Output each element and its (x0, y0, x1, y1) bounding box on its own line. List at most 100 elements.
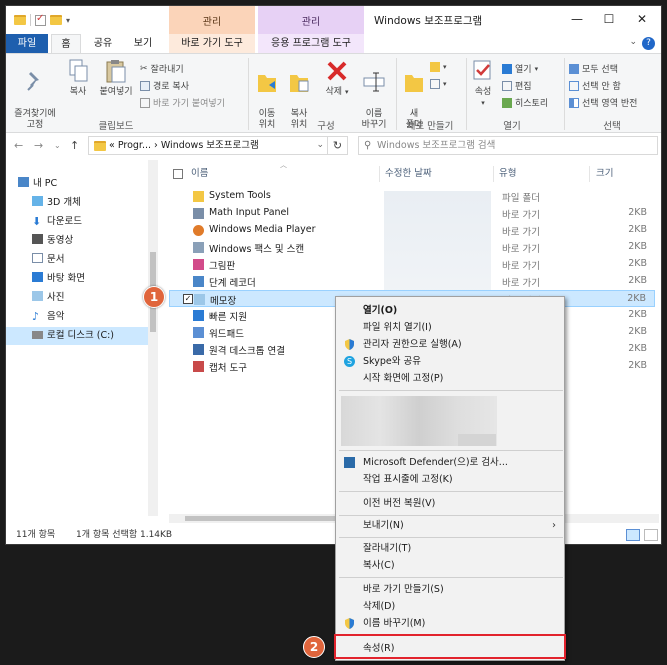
tab-view[interactable]: 보기 (128, 34, 158, 53)
sort-ascending-icon: ︿ (280, 161, 287, 169)
invert-selection-button[interactable]: 선택 영역 반전 (569, 96, 637, 109)
nav-item-local-disk[interactable]: 로컬 디스크 (C:) (6, 327, 148, 345)
notepad-icon (194, 294, 205, 305)
properties-highlight-box (334, 634, 566, 659)
easy-access-button[interactable]: ▾ (430, 79, 447, 89)
address-dropdown-icon[interactable]: ⌄ (316, 137, 324, 154)
open-button[interactable]: 열기 ▾ (502, 62, 538, 75)
nav-item-3d-objects[interactable]: 3D 개체 (32, 194, 81, 212)
menu-item-cut[interactable]: 잘라내기(T) (336, 540, 564, 557)
tab-home[interactable]: 홈 (51, 34, 81, 53)
context-tab-manage-shortcut: 관리 (169, 6, 255, 34)
move-to-button[interactable]: 이동 위치 (252, 58, 282, 131)
close-button[interactable]: ✕ (628, 10, 656, 28)
customize-quick-access-icon[interactable]: ▾ (66, 16, 70, 25)
properties-dropdown-icon[interactable]: ▾ (468, 98, 498, 109)
menu-item-delete[interactable]: 삭제(D) (336, 598, 564, 615)
menu-item-skype-share[interactable]: S Skype와 공유 (336, 353, 564, 370)
column-header-type[interactable]: 유형 (499, 164, 516, 184)
nav-item-music[interactable]: ♪ 음악 (32, 308, 64, 326)
details-view-icon[interactable] (626, 529, 640, 541)
paste-shortcut-button[interactable]: 바로 가기 붙여넣기 (140, 96, 225, 109)
paste-button[interactable]: 붙여넣기 (94, 58, 138, 98)
menu-item-send-to[interactable]: 보내기(N) › (336, 517, 564, 534)
large-icons-view-icon[interactable] (644, 529, 658, 541)
column-header-modified[interactable]: 수정한 날짜 (385, 164, 432, 184)
up-arrow-icon[interactable]: ↑ (70, 139, 79, 152)
menu-item-create-shortcut[interactable]: 바로 가기 만들기(S) (336, 581, 564, 598)
select-all-checkbox[interactable] (173, 169, 183, 179)
nav-item-downloads[interactable]: ⬇ 다운로드 (32, 213, 82, 231)
recent-dropdown-icon[interactable]: ⌄ (54, 141, 61, 150)
nav-item-pictures[interactable]: 사진 (32, 289, 64, 307)
table-row[interactable]: 그림판 바로 가기 2KB (169, 256, 655, 273)
history-button[interactable]: 히스토리 (502, 96, 548, 109)
group-label-organize: 구성 (317, 121, 335, 132)
context-tab-manage-app: 관리 (258, 6, 364, 34)
edit-icon (502, 80, 512, 91)
properties-quick-icon[interactable] (35, 13, 46, 26)
table-row[interactable]: Windows Media Player 바로 가기 2KB (169, 222, 655, 239)
steps-recorder-icon (193, 276, 204, 287)
new-folder-icon (405, 75, 423, 92)
nav-scrollbar[interactable] (148, 160, 158, 516)
tab-share[interactable]: 공유 (88, 34, 118, 53)
nav-item-videos[interactable]: 동영상 (32, 232, 73, 250)
new-item-button[interactable]: ▾ (430, 62, 447, 72)
edit-button[interactable]: 편집 (502, 79, 532, 92)
pin-quick-access-button[interactable]: 즐겨찾기에 고정 (8, 58, 62, 131)
menu-item-open-location[interactable]: 파일 위치 열기(I) (336, 319, 564, 336)
select-none-button[interactable]: 선택 안 함 (569, 79, 621, 92)
menu-item-rename[interactable]: 이름 바꾸기(M) (336, 615, 564, 632)
address-input[interactable]: « Progr... › Windows 보조프로그램 ⌄ (88, 136, 328, 155)
menu-item-defender-scan[interactable]: Microsoft Defender(으)로 검사... (336, 454, 564, 471)
group-label-select: 선택 (603, 121, 621, 132)
tab-app-tools[interactable]: 응용 프로그램 도구 (258, 34, 364, 53)
forward-arrow-icon[interactable]: → (34, 139, 43, 152)
quick-assist-icon (193, 310, 204, 321)
nav-item-documents[interactable]: 문서 (32, 251, 64, 269)
paste-icon (106, 60, 126, 83)
document-icon (32, 253, 43, 263)
delete-x-icon (327, 61, 347, 81)
menu-item-open[interactable]: 열기(O) (336, 302, 564, 319)
tab-shortcut-tools[interactable]: 바로 가기 도구 (169, 34, 255, 53)
minimize-button[interactable]: — (563, 10, 591, 28)
math-input-icon (193, 208, 204, 219)
address-bar-row: ← → ⌄ ↑ « Progr... › Windows 보조프로그램 ⌄ ↻ … (6, 134, 661, 158)
menu-item-run-as-admin[interactable]: 관리자 권한으로 실행(A) (336, 336, 564, 353)
nav-item-this-pc[interactable]: 내 PC (18, 175, 57, 193)
back-arrow-icon[interactable]: ← (14, 139, 23, 152)
menu-item-restore-previous[interactable]: 이전 버전 복원(V) (336, 495, 564, 512)
new-folder-quick-icon[interactable] (50, 15, 62, 25)
delete-button[interactable]: 삭제 ▾ (324, 58, 350, 98)
menu-item-pin-start[interactable]: 시작 화면에 고정(P) (336, 370, 564, 387)
copy-path-icon (140, 80, 150, 91)
group-label-new: 새로 만들기 (406, 121, 454, 132)
tab-file[interactable]: 파일 (6, 34, 48, 53)
nav-item-desktop[interactable]: 바탕 화면 (32, 270, 85, 288)
properties-button[interactable]: 속성 ▾ (468, 58, 498, 109)
refresh-button[interactable]: ↻ (328, 136, 348, 155)
copy-button[interactable]: 복사 (64, 58, 92, 98)
cut-button[interactable]: ✂ 잘라내기 (140, 62, 184, 76)
pictures-icon (32, 291, 43, 301)
select-all-button[interactable]: 모두 선택 (569, 62, 618, 75)
column-header-size[interactable]: 크기 (596, 164, 613, 184)
delete-dropdown-icon[interactable]: ▾ (345, 88, 349, 96)
menu-item-copy[interactable]: 복사(C) (336, 557, 564, 574)
column-header-name[interactable]: 이름 (191, 164, 208, 184)
table-row[interactable]: Windows 팩스 및 스캔 바로 가기 2KB (169, 239, 655, 256)
copy-path-button[interactable]: 경로 복사 (140, 79, 189, 92)
help-icon[interactable]: ? (642, 37, 655, 50)
chevron-down-icon[interactable]: ⌄ (629, 37, 637, 47)
navigation-pane: 내 PC 3D 개체 ⬇ 다운로드 동영상 문서 바탕 화면 사진 ♪ 음악 로컬 … (6, 160, 158, 516)
row-checkbox[interactable]: ✓ (183, 294, 193, 304)
table-row[interactable]: Math Input Panel 바로 가기 2KB (169, 205, 655, 222)
search-input[interactable]: ⚲ Windows 보조프로그램 검색 (358, 136, 658, 155)
table-row[interactable]: System Tools 파일 폴더 (169, 188, 655, 205)
maximize-button[interactable]: ☐ (595, 10, 623, 28)
rename-button[interactable]: 이름 바꾸기 (356, 58, 392, 131)
table-row[interactable]: 단계 레코더 바로 가기 2KB (169, 273, 655, 290)
menu-item-pin-taskbar[interactable]: 작업 표시줄에 고정(K) (336, 471, 564, 488)
